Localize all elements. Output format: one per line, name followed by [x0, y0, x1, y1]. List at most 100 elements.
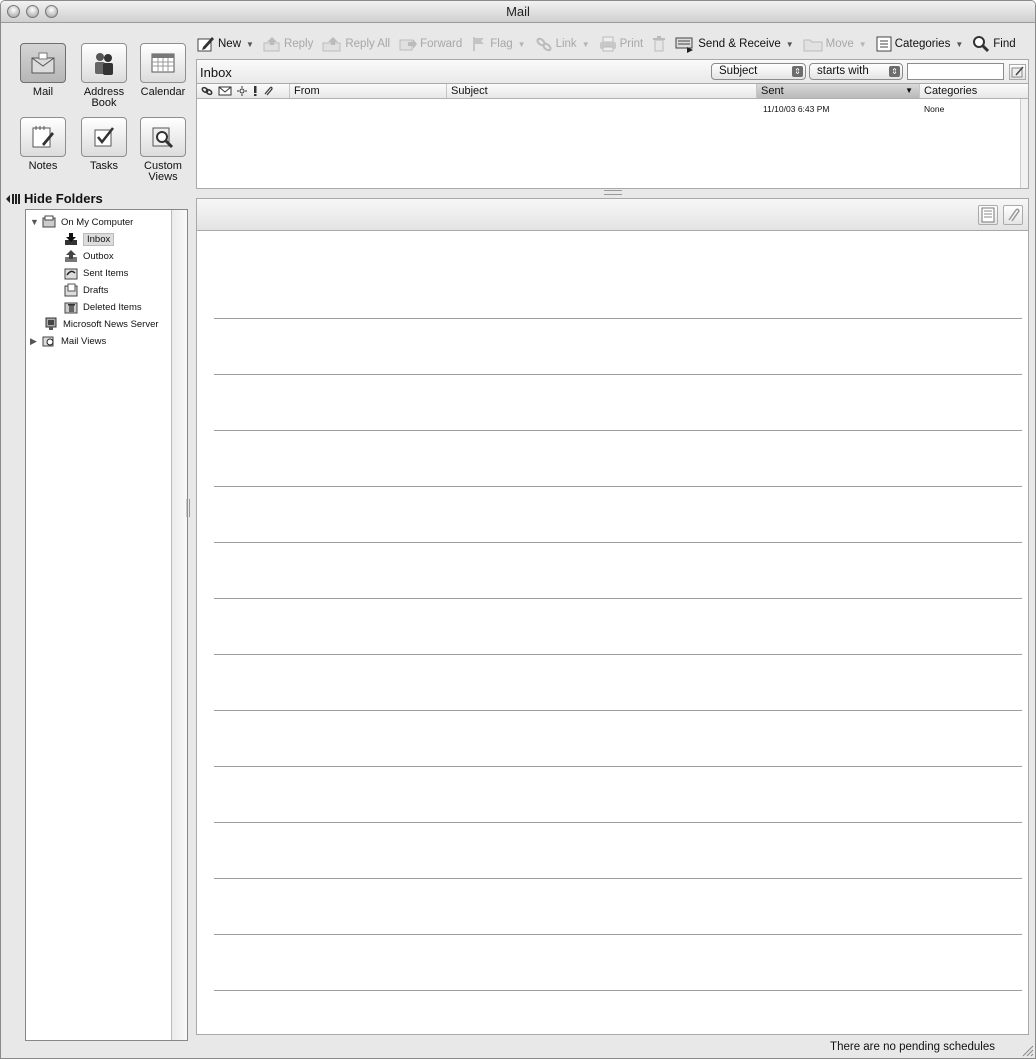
custom-views-icon — [152, 127, 174, 149]
mail-window: Mail Mail Address Book Calendar Notes Ta… — [0, 0, 1036, 1059]
folder-tree[interactable]: ▼ On My Computer Inbox Outbox Sent Items — [25, 209, 188, 1041]
tree-item-sent-items[interactable]: Sent Items — [64, 265, 128, 281]
disclosure-open-icon[interactable]: ▼ — [30, 217, 42, 227]
attachment-column-icon — [264, 86, 273, 96]
reply-all-label: Reply All — [345, 38, 391, 50]
news-server-icon — [44, 317, 58, 331]
categories-label: Categories — [894, 38, 951, 50]
popup-arrows-icon: ⇕ — [792, 66, 803, 77]
filter-field-select[interactable]: Subject ⇕ — [711, 63, 806, 80]
tree-item-inbox[interactable]: Inbox — [64, 231, 115, 247]
resize-grip-icon — [1022, 1045, 1034, 1057]
find-icon — [973, 36, 990, 53]
preview-header-button[interactable] — [978, 205, 998, 225]
tree-item-outbox[interactable]: Outbox — [64, 248, 114, 264]
tree-item-mail-views[interactable]: ▶ Mail Views — [30, 333, 106, 349]
message-list[interactable]: From Subject Sent ▼ Categories 11/10/03 … — [196, 83, 1029, 189]
nav-notes-button[interactable]: Notes — [17, 117, 69, 172]
subject-column-header[interactable]: Subject — [447, 84, 757, 98]
print-label: Print — [619, 38, 644, 50]
drafts-icon — [64, 283, 78, 297]
status-columns[interactable] — [197, 84, 290, 98]
inbox-icon — [64, 232, 78, 246]
hide-folders-button[interactable]: Hide Folders — [6, 191, 103, 206]
nav-mail-label: Mail — [32, 86, 54, 98]
print-button[interactable]: Print — [599, 36, 644, 52]
resize-grip[interactable] — [1020, 1043, 1034, 1057]
hide-folders-label: Hide Folders — [24, 191, 103, 206]
new-label: New — [218, 38, 242, 50]
new-button[interactable]: New ▼ — [197, 35, 254, 53]
send-receive-dropdown-icon[interactable]: ▼ — [786, 40, 794, 49]
flag-button[interactable]: Flag ▼ — [471, 36, 526, 52]
ruled-line — [214, 542, 1022, 543]
reply-button[interactable]: Reply — [263, 36, 313, 52]
find-label: Find — [993, 38, 1016, 50]
delete-button[interactable] — [652, 36, 666, 52]
preview-links-button[interactable] — [1003, 205, 1023, 225]
new-dropdown-icon[interactable]: ▼ — [246, 40, 254, 49]
filter-apply-button[interactable] — [1009, 64, 1026, 80]
ruled-line — [214, 990, 1022, 991]
move-button[interactable]: Move ▼ — [803, 36, 867, 52]
disclosure-closed-icon[interactable]: ▶ — [30, 336, 42, 347]
filter-operator-value: starts with — [817, 65, 869, 77]
mail-views-icon — [42, 334, 56, 348]
nav-calendar-label: Calendar — [140, 86, 186, 98]
folder-tree-scrollbar[interactable] — [171, 210, 187, 1040]
tasks-icon — [94, 127, 114, 147]
address-book-icon — [95, 53, 113, 75]
nav-custom-views-label: Custom Views — [144, 160, 182, 183]
flag-dropdown-icon[interactable]: ▼ — [518, 40, 526, 49]
send-receive-label: Send & Receive — [698, 38, 781, 50]
tree-item-on-my-computer[interactable]: ▼ On My Computer — [30, 214, 133, 230]
categories-column-header[interactable]: Categories — [920, 84, 1020, 98]
nav-custom-views-button[interactable]: Custom Views — [137, 117, 189, 183]
paper-clip-icon — [1008, 208, 1020, 222]
tree-label: Outbox — [83, 250, 114, 262]
tree-item-deleted-items[interactable]: Deleted Items — [64, 299, 142, 315]
flag-label: Flag — [490, 38, 513, 50]
link-column-icon — [201, 86, 213, 96]
filter-search-input[interactable] — [907, 63, 1004, 80]
tree-label: Inbox — [83, 232, 115, 246]
computer-folder-icon — [42, 215, 56, 229]
ruled-line — [214, 374, 1022, 375]
categories-button[interactable]: Categories ▼ — [876, 36, 963, 52]
tree-label: Drafts — [83, 284, 109, 296]
reply-all-button[interactable]: Reply All — [322, 36, 390, 52]
link-icon — [536, 37, 552, 52]
table-row[interactable]: 11/10/03 6:43 PM None — [197, 104, 1028, 116]
pane-split-handle[interactable] — [604, 190, 622, 195]
sent-column-label: Sent — [761, 85, 784, 97]
nav-tasks-button[interactable]: Tasks — [78, 117, 130, 172]
link-button[interactable]: Link ▼ — [535, 36, 590, 52]
popup-arrows-icon: ⇕ — [889, 66, 900, 77]
categories-dropdown-icon[interactable]: ▼ — [955, 40, 963, 49]
link-dropdown-icon[interactable]: ▼ — [582, 40, 590, 49]
move-label: Move — [825, 38, 854, 50]
move-dropdown-icon[interactable]: ▼ — [859, 40, 867, 49]
message-header-icon — [981, 207, 995, 223]
message-categories: None — [924, 104, 945, 114]
send-receive-button[interactable]: Send & Receive ▼ — [675, 35, 794, 53]
sent-items-icon — [64, 266, 78, 280]
from-column-header[interactable]: From — [290, 84, 447, 98]
sent-column-header[interactable]: Sent ▼ — [757, 84, 920, 98]
forward-button[interactable]: Forward — [399, 36, 462, 52]
window-title: Mail — [506, 4, 530, 19]
find-button[interactable]: Find — [972, 35, 1016, 53]
categories-icon — [876, 36, 892, 52]
preview-pane[interactable] — [196, 231, 1029, 1035]
status-text: There are no pending schedules — [830, 1041, 995, 1053]
nav-address-book-button[interactable]: Address Book — [78, 43, 130, 109]
tree-item-microsoft-news-server[interactable]: Microsoft News Server — [44, 316, 159, 332]
inbox-header: Inbox Subject ⇕ starts with ⇕ — [196, 59, 1029, 83]
sidebar-splitter[interactable] — [186, 499, 191, 517]
message-list-scrollbar[interactable] — [1020, 99, 1028, 188]
filter-operator-select[interactable]: starts with ⇕ — [809, 63, 903, 80]
ruled-line — [214, 934, 1022, 935]
tree-item-drafts[interactable]: Drafts — [64, 282, 108, 298]
nav-calendar-button[interactable]: Calendar — [137, 43, 189, 98]
nav-mail-button[interactable]: Mail — [17, 43, 69, 98]
